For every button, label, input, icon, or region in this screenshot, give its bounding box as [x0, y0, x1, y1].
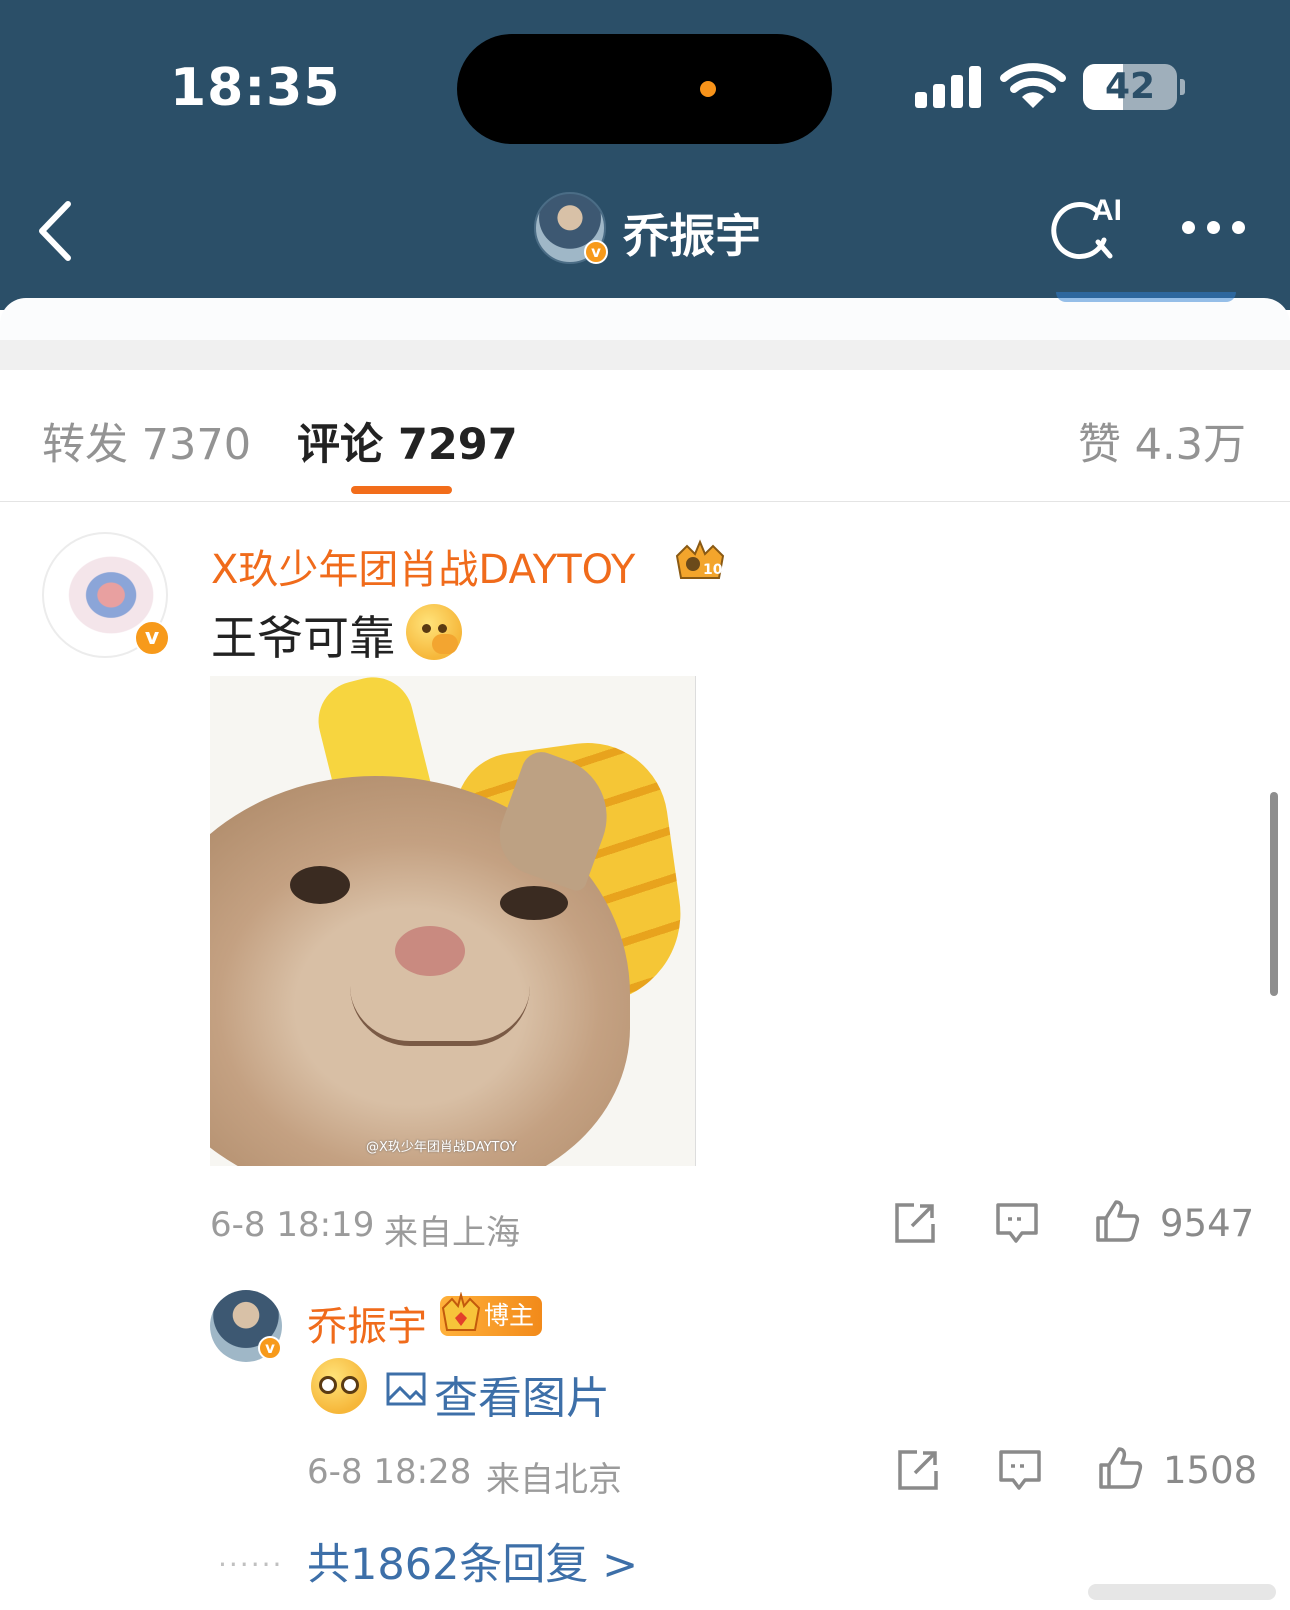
fan-level: 10	[703, 562, 723, 578]
verified-icon: v	[584, 240, 608, 264]
covering-eyes-emoji-icon	[311, 1358, 367, 1414]
thinking-emoji-icon	[406, 604, 462, 660]
divider	[0, 340, 1290, 370]
home-indicator	[1088, 1584, 1276, 1600]
thread-dots: ······	[218, 1548, 284, 1581]
verified-icon: v	[258, 1336, 282, 1360]
like-count: 9547	[1160, 1202, 1255, 1245]
active-tab-indicator	[351, 486, 452, 494]
comment-image[interactable]: @X玖少年团肖战DAYTOY	[210, 676, 696, 1166]
battery-icon: 42	[1083, 64, 1185, 110]
back-button[interactable]	[34, 196, 84, 266]
reply-location: 来自北京	[486, 1460, 622, 1500]
crown-icon	[441, 1292, 481, 1331]
header: 18:35 42 v 乔振宇 AI	[0, 0, 1290, 310]
blogger-badge: 博主	[440, 1292, 543, 1336]
wifi-icon	[1000, 63, 1066, 108]
blogger-label: 博主	[484, 1301, 535, 1330]
like-icon[interactable]	[1097, 1445, 1143, 1491]
like-icon[interactable]	[1094, 1198, 1140, 1244]
tab-bar: 转发 7370 评论 7297 赞 4.3万	[0, 370, 1290, 502]
dynamic-island	[457, 34, 832, 144]
more-options-icon[interactable]	[1176, 212, 1252, 242]
commenter-avatar[interactable]: v	[42, 532, 170, 658]
card-top	[0, 292, 1290, 340]
tab-reposts[interactable]: 转发 7370	[42, 410, 251, 472]
status-time: 18:35	[170, 58, 341, 118]
fan-level-crown-icon: 10	[675, 539, 725, 579]
comment-location: 来自上海	[384, 1213, 520, 1253]
cellular-signal-icon	[915, 66, 985, 108]
reply-time: 6-8 18:28	[307, 1452, 472, 1492]
scrollbar[interactable]	[1270, 792, 1278, 996]
tab-comments[interactable]: 评论 7297	[297, 410, 518, 472]
ai-search-button[interactable]: AI	[1048, 190, 1124, 266]
share-icon[interactable]	[895, 1447, 941, 1493]
comment-time: 6-8 18:19	[210, 1205, 375, 1245]
verified-icon: v	[134, 620, 170, 656]
page-title[interactable]: 乔振宇	[623, 200, 761, 266]
share-icon[interactable]	[892, 1200, 938, 1246]
view-image-link[interactable]: 查看图片	[386, 1362, 610, 1426]
view-image-label: 查看图片	[434, 1373, 610, 1424]
image-watermark: @X玖少年团肖战DAYTOY	[366, 1140, 517, 1155]
reply-avatar[interactable]: v	[210, 1290, 282, 1362]
profile-avatar[interactable]: v	[534, 192, 608, 264]
reply-author-name[interactable]: 乔振宇	[307, 1294, 427, 1352]
battery-level: 42	[1104, 66, 1156, 107]
reply-icon[interactable]	[994, 1200, 1040, 1246]
tab-likes[interactable]: 赞 4.3万	[1078, 410, 1246, 472]
reply-icon[interactable]	[997, 1447, 1043, 1493]
commenter-name[interactable]: X玖少年团肖战DAYTOY	[211, 537, 635, 595]
recording-dot	[700, 81, 716, 97]
more-replies-link[interactable]: 共1862条回复 >	[307, 1530, 638, 1592]
comment-text: 王爷可靠	[211, 611, 395, 665]
like-count: 1508	[1163, 1449, 1258, 1492]
ai-label: AI	[1092, 194, 1122, 227]
